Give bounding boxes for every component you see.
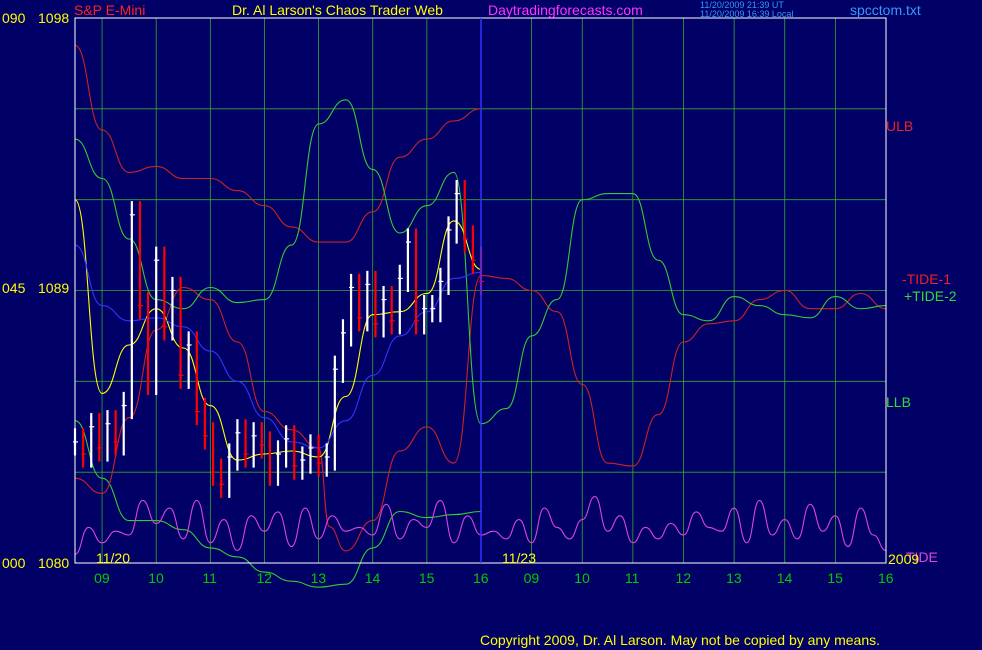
y-price-mid: 1089 [38,280,69,296]
x-tick-label: 14 [365,570,381,586]
y-index-mid: 045 [2,280,26,296]
label-ulb: ULB [886,118,913,134]
x-tick-label: 15 [419,570,435,586]
label-tide1: -TIDE-1 [902,271,951,287]
year-label: 2009 [888,551,919,567]
date-label-day2: 11/23 [502,550,536,566]
x-tick-label: 11 [202,570,217,586]
timestamp-local: 11/20/2009 16:39 Local [700,9,793,19]
x-tick-label: 10 [148,570,164,586]
x-tick-label: 16 [473,570,489,586]
x-tick-label: 14 [777,570,793,586]
chaos-trader-chart: S&P E-Mini Dr. Al Larson's Chaos Trader … [0,0,982,650]
x-tick-label: 09 [94,570,110,586]
x-tick-label: 15 [827,570,843,586]
label-llb: LLB [886,394,911,410]
y-index-top: 090 [2,10,26,26]
x-tick-label: 13 [726,570,742,586]
x-tick-label: 12 [256,570,272,586]
y-index-bottom: 000 [2,555,26,571]
copyright-notice: Copyright 2009, Dr. Al Larson. May not b… [480,632,880,648]
x-tick-label: 13 [311,570,327,586]
x-tick-label: 16 [878,570,894,586]
x-tick-label: 11 [625,570,640,586]
chart-title: Dr. Al Larson's Chaos Trader Web [232,2,443,18]
filename-label: spcctom.txt [850,2,921,18]
label-tide2: +TIDE-2 [904,288,957,304]
instrument-label: S&P E-Mini [74,2,145,18]
y-price-top: 1098 [38,10,69,26]
date-label-day1: 11/20 [96,550,130,566]
x-tick-label: 09 [524,570,540,586]
site-label: Daytradingforecasts.com [488,2,643,18]
y-price-bottom: 1080 [38,555,69,571]
x-tick-label: 12 [676,570,692,586]
x-tick-label: 10 [574,570,590,586]
